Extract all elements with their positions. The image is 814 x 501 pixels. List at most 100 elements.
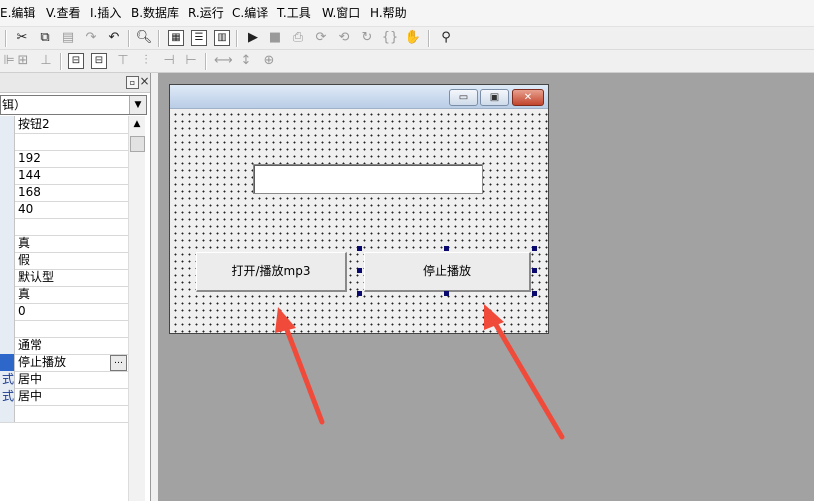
align-bottom-icon[interactable]: ⊥ (37, 52, 55, 70)
selection-handle[interactable] (444, 246, 449, 251)
property-row[interactable]: 真 (0, 286, 128, 304)
property-row[interactable] (0, 320, 128, 338)
property-row[interactable]: 192 (0, 150, 128, 168)
same-height-icon[interactable]: ↕ (237, 52, 255, 70)
same-width-icon[interactable]: ⟷ (214, 52, 233, 70)
property-name: 式 (0, 371, 15, 388)
property-row[interactable]: 通常 (0, 337, 128, 355)
menu-database[interactable]: B.数据库 (131, 6, 179, 20)
braces-icon[interactable]: {} (381, 29, 399, 47)
split-vertical-icon[interactable]: ▥ (214, 30, 230, 46)
property-row[interactable] (0, 218, 128, 236)
menu-compile[interactable]: C.编译 (232, 6, 268, 20)
property-row[interactable]: 真 (0, 235, 128, 253)
close-icon[interactable]: × (139, 75, 150, 88)
menu-insert[interactable]: I.插入 (90, 6, 121, 20)
selection-handle[interactable] (532, 291, 537, 296)
split-horizontal-icon[interactable]: ☰ (191, 30, 207, 46)
form-textbox[interactable] (253, 164, 483, 194)
property-name (0, 133, 15, 150)
property-value[interactable]: 居中 (18, 388, 42, 405)
stop-play-button[interactable]: 停止播放 (364, 252, 531, 292)
maximize-icon[interactable]: ▣ (480, 89, 509, 106)
property-row[interactable]: 式居中 (0, 371, 128, 389)
property-value[interactable]: 0 (18, 303, 26, 320)
toolbar-separator (158, 30, 160, 47)
scroll-thumb[interactable] (130, 136, 145, 152)
property-value[interactable]: 144 (18, 167, 41, 184)
property-row[interactable]: 40 (0, 201, 128, 219)
undo-icon[interactable]: ↶ (105, 29, 123, 47)
property-row[interactable] (0, 133, 128, 151)
object-selector[interactable]: 铒） ▼ (0, 95, 147, 115)
spacing-icon[interactable]: ⫶ (137, 52, 155, 70)
distribute-icon[interactable]: ⊞ (14, 52, 32, 70)
design-form[interactable]: ▭ ▣ ✕ 打开/播放mp3 停止播放 (169, 84, 549, 334)
window-layout-icon[interactable]: ▦ (168, 30, 184, 46)
same-size-icon[interactable]: ⊕ (260, 52, 278, 70)
copy-icon[interactable]: ⧉ (36, 29, 54, 47)
hand-icon[interactable]: ✋ (404, 29, 422, 47)
property-row[interactable]: 默认型 (0, 269, 128, 287)
selection-handle[interactable] (444, 291, 449, 296)
paste-icon[interactable]: ▤ (59, 29, 77, 47)
selection-handle[interactable] (532, 268, 537, 273)
property-value[interactable]: 居中 (18, 371, 42, 388)
property-row[interactable]: 168 (0, 184, 128, 202)
property-row[interactable]: 式居中 (0, 388, 128, 406)
property-value[interactable]: 168 (18, 184, 41, 201)
ellipsis-button[interactable]: … (110, 355, 127, 371)
center-vertical-icon[interactable]: ⊟ (91, 53, 107, 69)
property-row[interactable]: 0 (0, 303, 128, 321)
menu-help[interactable]: H.帮助 (370, 6, 407, 20)
center-horizontal-icon[interactable]: ⊟ (68, 53, 84, 69)
pin-icon[interactable]: ▫ (126, 76, 139, 89)
property-value[interactable]: 真 (18, 286, 30, 303)
menu-edit[interactable]: E.编辑 (0, 6, 35, 20)
selection-handle[interactable] (357, 291, 362, 296)
property-value[interactable]: 按钮2 (18, 116, 50, 133)
form-title-bar[interactable]: ▭ ▣ ✕ (170, 85, 548, 109)
align-top-icon[interactable]: ⊤ (114, 52, 132, 70)
menu-tools[interactable]: T.工具 (277, 6, 311, 20)
redo-icon[interactable]: ↷ (82, 29, 100, 47)
cut-icon[interactable]: ✂ (13, 29, 31, 47)
minimize-icon[interactable]: ▭ (449, 89, 478, 106)
step-out-icon[interactable]: ⟲ (335, 29, 353, 47)
chevron-down-icon[interactable]: ▼ (129, 96, 146, 114)
property-value[interactable]: 192 (18, 150, 41, 167)
menu-run[interactable]: R.运行 (188, 6, 224, 20)
property-value[interactable]: 假 (18, 252, 30, 269)
property-row[interactable] (0, 405, 128, 423)
menu-window[interactable]: W.窗口 (322, 6, 360, 20)
run-icon[interactable]: ▶ (244, 29, 262, 47)
find-icon[interactable]: 🔍︎ (135, 29, 153, 47)
property-value[interactable]: 真 (18, 235, 30, 252)
property-value[interactable]: 通常 (18, 337, 42, 354)
property-value[interactable]: 默认型 (18, 269, 54, 286)
binoculars-icon[interactable]: ⚲ (437, 29, 455, 47)
scroll-up-icon[interactable]: ▲ (129, 119, 145, 129)
step-over-icon[interactable]: ↻ (358, 29, 376, 47)
property-row[interactable]: 按钮2 (0, 116, 128, 134)
spacing-icon[interactable]: ⊣ (160, 52, 178, 70)
play-mp3-button[interactable]: 打开/播放mp3 (196, 252, 347, 292)
property-value[interactable]: 40 (18, 201, 33, 218)
selection-handle[interactable] (532, 246, 537, 251)
step-icon[interactable]: ⎙ (289, 29, 307, 47)
property-row[interactable]: 假 (0, 252, 128, 270)
property-row[interactable]: 144 (0, 167, 128, 185)
property-row-selected[interactable]: 停止播放 … (0, 354, 128, 372)
spacing-icon[interactable]: ⊢ (182, 52, 200, 70)
selection-handle[interactable] (357, 246, 362, 251)
menu-view[interactable]: V.查看 (46, 6, 80, 20)
close-icon[interactable]: ✕ (512, 89, 544, 106)
property-scrollbar[interactable]: ▲ (128, 116, 145, 501)
selection-handle[interactable] (357, 268, 362, 273)
property-value[interactable]: 停止播放 (18, 354, 66, 371)
design-workspace: ▭ ▣ ✕ 打开/播放mp3 停止播放 (158, 73, 814, 501)
stop-icon[interactable]: ■ (266, 29, 284, 47)
step-into-icon[interactable]: ⟳ (312, 29, 330, 47)
form-design-grid[interactable]: 打开/播放mp3 停止播放 (170, 109, 548, 333)
property-name (0, 405, 15, 422)
